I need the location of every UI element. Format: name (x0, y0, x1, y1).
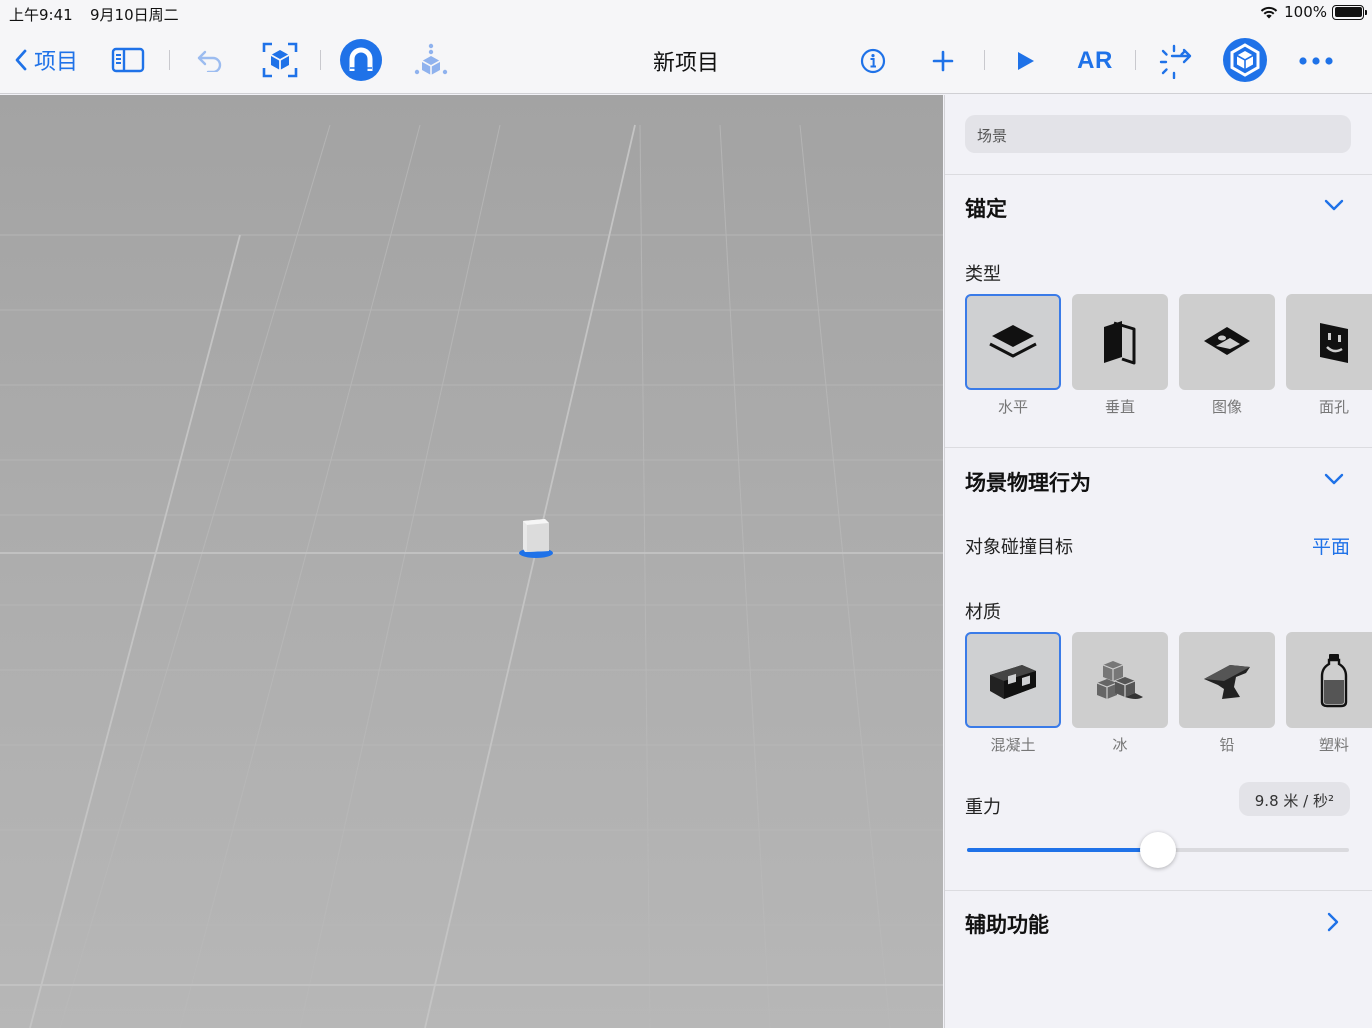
sidebar-toggle-button[interactable] (110, 44, 146, 76)
behaviors-button[interactable] (1157, 42, 1195, 80)
toolbar: 项目 新项目 AR (0, 28, 1372, 94)
collision-target-label: 对象碰撞目标 (965, 537, 1073, 558)
accessibility-section-title[interactable]: 辅助功能 (965, 909, 1049, 939)
document-title[interactable]: 新项目 (653, 51, 719, 76)
physics-section-title[interactable]: 场景物理行为 (965, 467, 1091, 497)
material-lead[interactable]: 铅 (1179, 632, 1275, 755)
anchor-type-label: 类型 (965, 264, 1001, 285)
ar-button[interactable]: AR (1072, 44, 1118, 78)
face-anchor-icon (1320, 323, 1348, 363)
material-label: 冰 (1112, 736, 1128, 754)
material-tiles: 混凝土 冰 铅 塑料 (965, 632, 1372, 755)
scene-cube[interactable] (516, 515, 556, 561)
play-icon (1018, 52, 1034, 70)
falling-cube-icon (414, 43, 448, 75)
anvil-icon (1204, 665, 1250, 699)
undo-button[interactable] (193, 44, 227, 76)
sidebar-icon (111, 47, 145, 73)
more-button[interactable] (1296, 46, 1336, 76)
cube-gear-icon (1223, 38, 1267, 82)
add-button[interactable] (928, 46, 958, 76)
gravity-slider[interactable] (967, 832, 1349, 868)
section-divider (945, 174, 1372, 175)
anchor-type-vertical[interactable]: 垂直 (1072, 294, 1168, 417)
section-divider (945, 890, 1372, 891)
magnet-icon (340, 39, 382, 81)
anchor-type-label: 水平 (997, 398, 1028, 416)
properties-button[interactable] (1222, 37, 1268, 83)
concrete-block-icon (990, 665, 1036, 699)
physics-button[interactable] (412, 40, 450, 80)
chevron-down-icon[interactable] (1324, 472, 1344, 486)
wifi-icon (1260, 6, 1278, 18)
snap-toggle-button[interactable] (339, 38, 383, 82)
anchor-type-label: 面孔 (1318, 398, 1349, 416)
cube-viewfinder-icon (262, 42, 298, 78)
anchor-type-tile[interactable] (1072, 294, 1168, 390)
chevron-right-icon[interactable] (1326, 912, 1340, 932)
material-tile[interactable] (965, 632, 1061, 728)
anchor-type-tile[interactable] (1286, 294, 1372, 390)
toolbar-divider (984, 50, 985, 70)
undo-icon (197, 50, 222, 72)
gravity-value-field[interactable]: 9.8 米 / 秒² (1238, 782, 1350, 816)
gravity-label: 重力 (965, 797, 1001, 818)
status-time: 上午9:41 (9, 6, 73, 24)
chevron-down-icon[interactable] (1324, 198, 1344, 212)
toolbar-divider (320, 50, 321, 70)
gravity-slider-thumb[interactable] (1140, 832, 1176, 868)
material-tile[interactable] (1286, 632, 1372, 728)
material-label: 塑料 (1318, 736, 1349, 754)
plastic-bottle-icon (1320, 654, 1348, 708)
tap-burst-icon (1159, 44, 1192, 79)
status-right: 100% (1259, 3, 1367, 21)
material-label: 材质 (965, 602, 1001, 623)
anchor-type-face[interactable]: 面孔 (1286, 294, 1372, 417)
toolbar-divider (169, 50, 170, 70)
anchor-type-label: 图像 (1211, 398, 1242, 416)
info-button[interactable] (858, 46, 888, 76)
material-label: 铅 (1219, 736, 1235, 754)
collision-target-value[interactable]: 平面 (1312, 532, 1350, 559)
anchor-type-tiles: 水平 垂直 图像 面孔 (965, 294, 1372, 417)
search-field[interactable]: 场景 (965, 115, 1351, 153)
material-ice[interactable]: 冰 (1072, 632, 1168, 755)
status-date: 9月10日周二 (90, 6, 179, 24)
back-label: 项目 (34, 50, 79, 75)
image-anchor-icon (1204, 327, 1250, 355)
material-label: 混凝土 (990, 736, 1036, 754)
info-icon (860, 48, 886, 74)
chevron-left-icon (15, 49, 27, 71)
battery-icon (1332, 4, 1367, 20)
section-divider (945, 447, 1372, 448)
toolbar-divider (1135, 50, 1136, 70)
anchor-type-tile[interactable] (965, 294, 1061, 390)
material-tile[interactable] (1179, 632, 1275, 728)
anchor-type-horizontal[interactable]: 水平 (965, 294, 1061, 417)
gravity-slider-fill (967, 848, 1158, 852)
play-button[interactable] (1010, 46, 1040, 76)
anchor-type-tile[interactable] (1179, 294, 1275, 390)
focus-object-button[interactable] (260, 40, 300, 80)
status-bar: 上午9:41 9月10日周二 100% (0, 0, 1372, 28)
anchor-type-image[interactable]: 图像 (1179, 294, 1275, 417)
ground-grid (0, 124, 943, 1028)
back-button[interactable]: 项目 (14, 42, 78, 78)
anchor-section-title[interactable]: 锚定 (965, 193, 1007, 223)
material-tile[interactable] (1072, 632, 1168, 728)
ice-cubes-icon (1096, 661, 1143, 699)
material-concrete[interactable]: 混凝土 (965, 632, 1061, 755)
vertical-plane-icon (1104, 321, 1136, 365)
horizontal-plane-icon (989, 325, 1037, 358)
anchor-type-label: 垂直 (1104, 398, 1135, 416)
material-plastic[interactable]: 塑料 (1286, 632, 1372, 755)
ellipsis-icon (1299, 57, 1333, 65)
plus-icon (932, 50, 954, 72)
scene-viewport[interactable] (0, 95, 943, 1028)
battery-percent: 100% (1284, 3, 1327, 21)
inspector-panel: 场景 锚定 类型 水平 垂直 图像 面孔 场景物理行为 对象碰撞目标 平面 材质… (944, 95, 1372, 1028)
